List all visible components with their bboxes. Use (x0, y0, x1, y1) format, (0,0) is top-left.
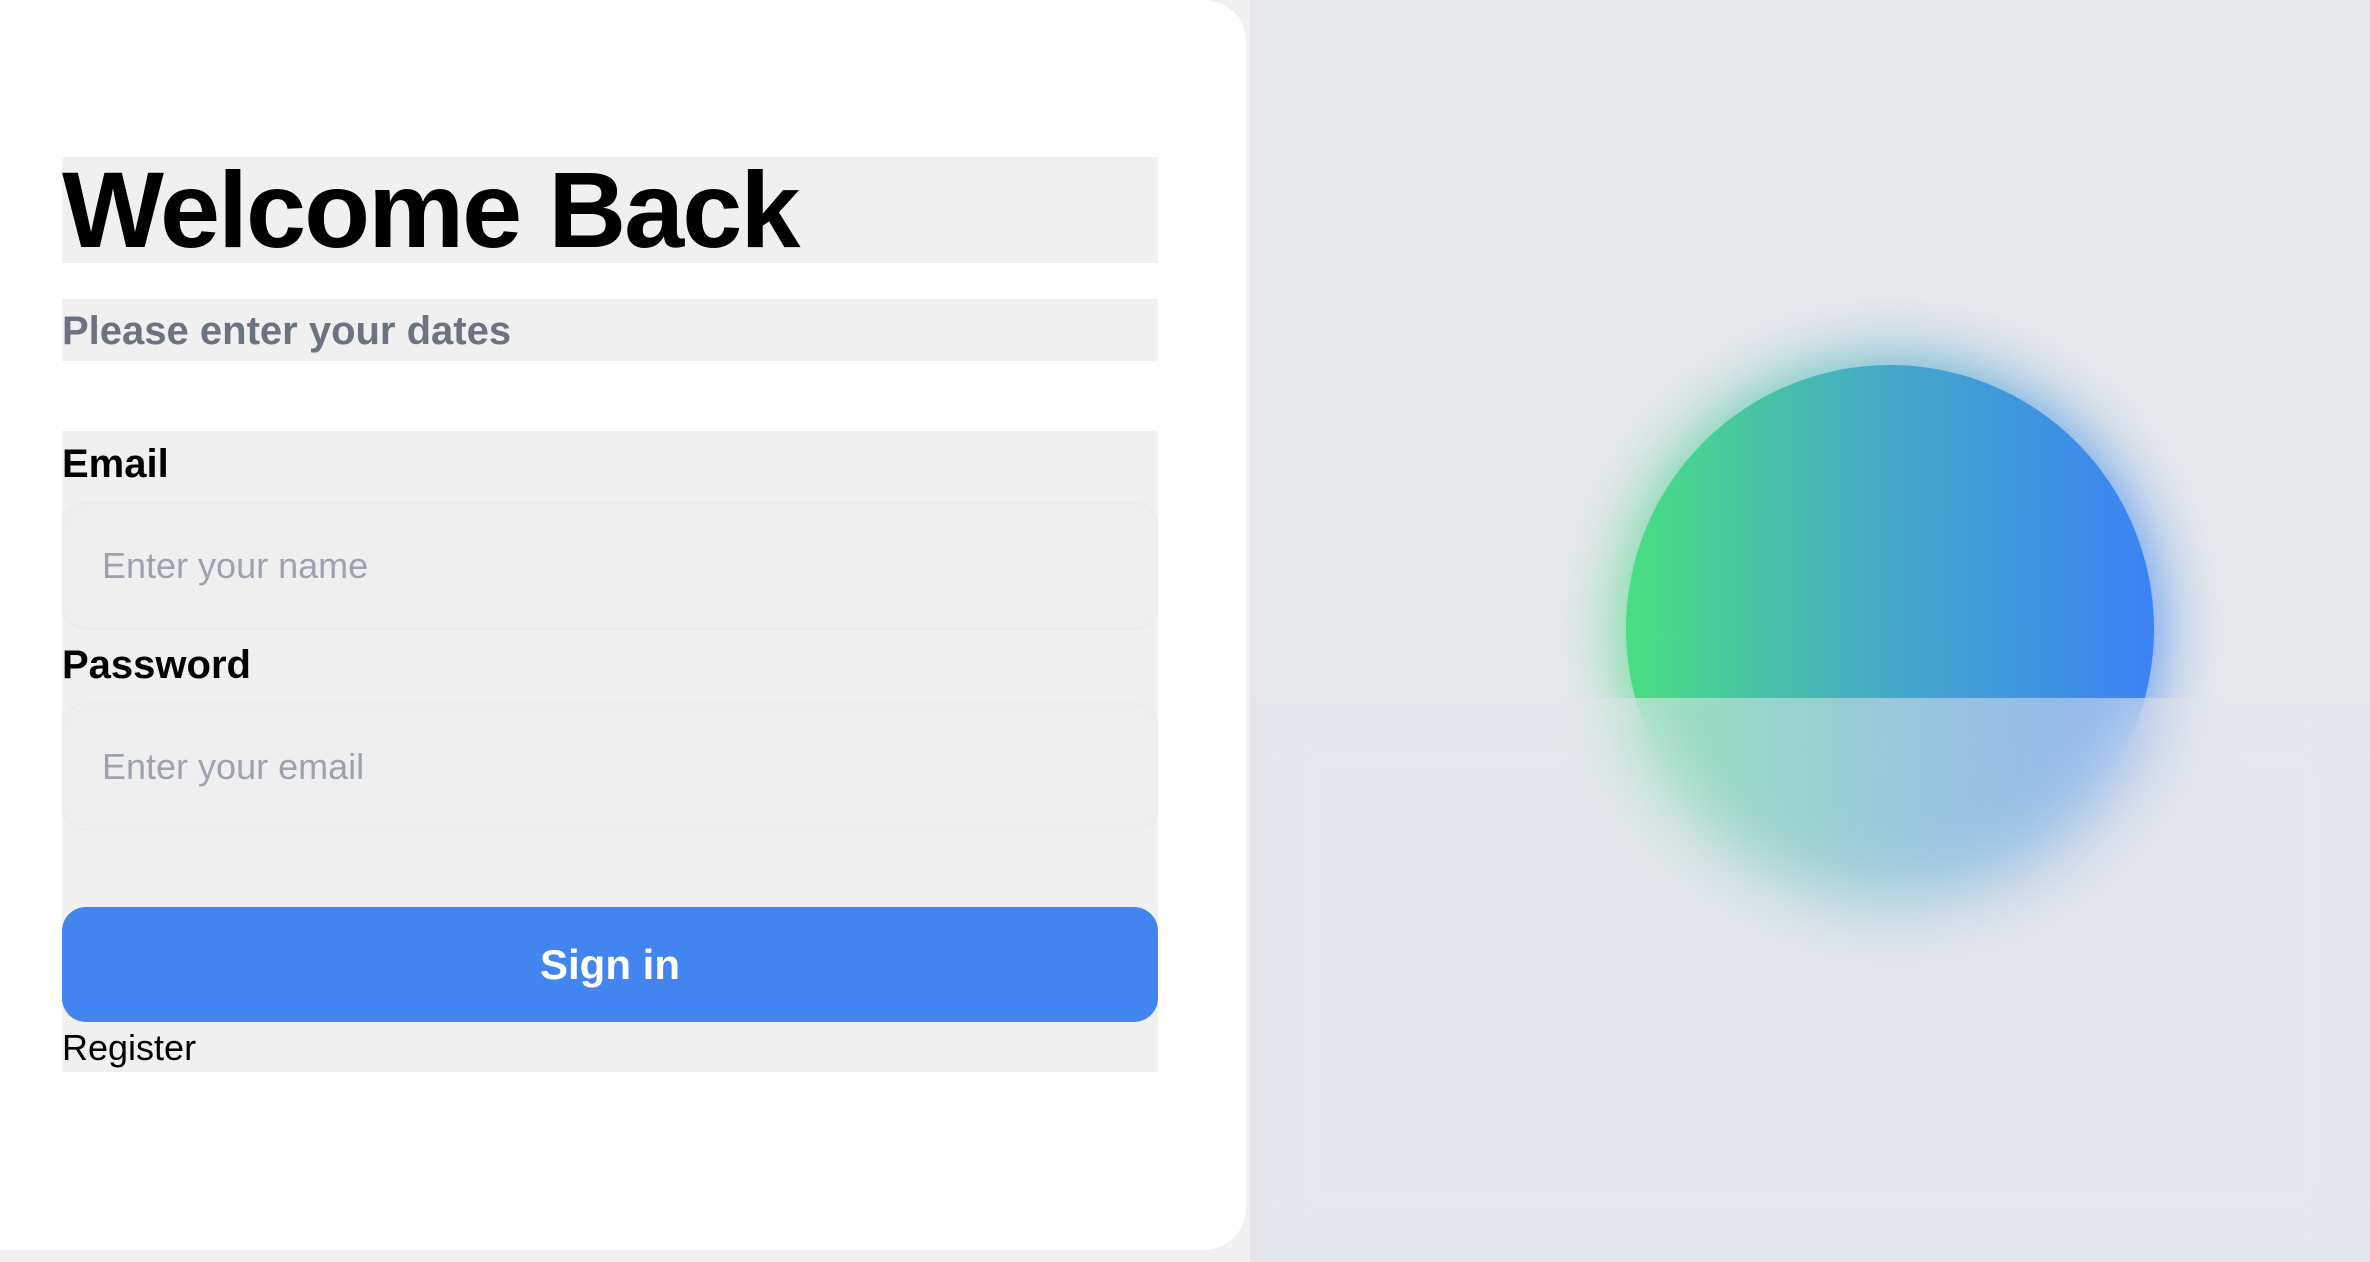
login-card: Welcome Back Please enter your dates Ema… (0, 0, 1246, 1250)
sign-in-button[interactable]: Sign in (62, 907, 1158, 1022)
email-label: Email (62, 442, 169, 486)
register-link[interactable]: Register (62, 1026, 196, 1070)
page-subtitle: Please enter your dates (62, 309, 512, 353)
password-label: Password (62, 643, 251, 687)
subtitle-section: Please enter your dates (62, 299, 1158, 361)
login-page: Welcome Back Please enter your dates Ema… (0, 0, 2370, 1262)
decorative-panel (1250, 0, 2370, 1262)
page-title: Welcome Back (62, 149, 800, 270)
password-field[interactable] (62, 703, 1158, 831)
email-field[interactable] (62, 502, 1158, 630)
frosted-glass-overlay (1250, 698, 2370, 1262)
title-section: Welcome Back (62, 149, 1158, 270)
login-form: Email Password Sign in Register (62, 431, 1158, 1072)
